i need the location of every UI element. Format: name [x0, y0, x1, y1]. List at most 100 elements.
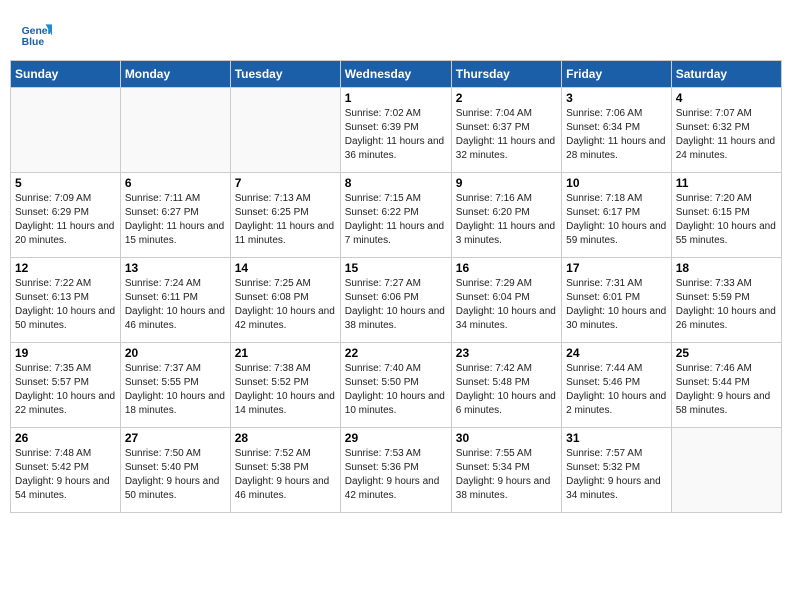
day-info: Sunrise: 7:35 AM Sunset: 5:57 PM Dayligh…	[15, 362, 116, 418]
calendar-day-cell: 19 Sunrise: 7:35 AM Sunset: 5:57 PM Dayli…	[11, 343, 121, 428]
weekday-header: Thursday	[451, 61, 561, 88]
weekday-header: Wednesday	[340, 61, 451, 88]
day-info: Sunrise: 7:04 AM Sunset: 6:37 PM Dayligh…	[456, 107, 557, 163]
day-number: 23	[456, 346, 557, 360]
day-info: Sunrise: 7:06 AM Sunset: 6:34 PM Dayligh…	[566, 107, 667, 163]
day-info: Sunrise: 7:53 AM Sunset: 5:36 PM Dayligh…	[345, 447, 447, 503]
calendar-day-cell: 15 Sunrise: 7:27 AM Sunset: 6:06 PM Dayli…	[340, 258, 451, 343]
day-info: Sunrise: 7:44 AM Sunset: 5:46 PM Dayligh…	[566, 362, 667, 418]
day-number: 28	[235, 431, 336, 445]
logo-icon: General Blue	[20, 18, 52, 50]
calendar-day-cell: 1 Sunrise: 7:02 AM Sunset: 6:39 PM Daylig…	[340, 88, 451, 173]
calendar-week-row: 26 Sunrise: 7:48 AM Sunset: 5:42 PM Dayli…	[11, 428, 782, 513]
day-info: Sunrise: 7:31 AM Sunset: 6:01 PM Dayligh…	[566, 277, 667, 333]
day-info: Sunrise: 7:13 AM Sunset: 6:25 PM Dayligh…	[235, 192, 336, 248]
day-info: Sunrise: 7:16 AM Sunset: 6:20 PM Dayligh…	[456, 192, 557, 248]
weekday-header: Friday	[562, 61, 672, 88]
day-info: Sunrise: 7:52 AM Sunset: 5:38 PM Dayligh…	[235, 447, 336, 503]
calendar-week-row: 19 Sunrise: 7:35 AM Sunset: 5:57 PM Dayli…	[11, 343, 782, 428]
day-number: 18	[676, 261, 777, 275]
calendar-day-cell: 22 Sunrise: 7:40 AM Sunset: 5:50 PM Dayli…	[340, 343, 451, 428]
calendar-day-cell: 20Sunrise: 7:37 AM Sunset: 5:55 PM Dayli…	[120, 343, 230, 428]
calendar-day-cell: 7Sunrise: 7:13 AM Sunset: 6:25 PM Daylig…	[230, 173, 340, 258]
day-number: 6	[125, 176, 226, 190]
day-info: Sunrise: 7:29 AM Sunset: 6:04 PM Dayligh…	[456, 277, 557, 333]
day-info: Sunrise: 7:42 AM Sunset: 5:48 PM Dayligh…	[456, 362, 557, 418]
day-number: 5	[15, 176, 116, 190]
calendar-day-cell	[671, 428, 781, 513]
day-number: 10	[566, 176, 667, 190]
calendar-day-cell: 16 Sunrise: 7:29 AM Sunset: 6:04 PM Dayli…	[451, 258, 561, 343]
day-number: 21	[235, 346, 336, 360]
calendar-day-cell: 29 Sunrise: 7:53 AM Sunset: 5:36 PM Dayli…	[340, 428, 451, 513]
calendar-day-cell: 28 Sunrise: 7:52 AM Sunset: 5:38 PM Dayli…	[230, 428, 340, 513]
calendar-day-cell: 14 Sunrise: 7:25 AM Sunset: 6:08 PM Dayli…	[230, 258, 340, 343]
day-number: 8	[345, 176, 447, 190]
day-number: 11	[676, 176, 777, 190]
day-info: Sunrise: 7:33 AM Sunset: 5:59 PM Dayligh…	[676, 277, 777, 333]
day-info: Sunrise: 7:27 AM Sunset: 6:06 PM Dayligh…	[345, 277, 447, 333]
day-number: 3	[566, 91, 667, 105]
day-info: Sunrise: 7:38 AM Sunset: 5:52 PM Dayligh…	[235, 362, 336, 418]
calendar-day-cell	[120, 88, 230, 173]
calendar-week-row: 5 Sunrise: 7:09 AM Sunset: 6:29 PM Daylig…	[11, 173, 782, 258]
calendar-day-cell: 23 Sunrise: 7:42 AM Sunset: 5:48 PM Dayli…	[451, 343, 561, 428]
day-number: 17	[566, 261, 667, 275]
calendar-day-cell: 9 Sunrise: 7:16 AM Sunset: 6:20 PM Daylig…	[451, 173, 561, 258]
day-number: 30	[456, 431, 557, 445]
day-info: Sunrise: 7:20 AM Sunset: 6:15 PM Dayligh…	[676, 192, 777, 248]
calendar-day-cell: 17 Sunrise: 7:31 AM Sunset: 6:01 PM Dayli…	[562, 258, 672, 343]
day-number: 22	[345, 346, 447, 360]
day-info: Sunrise: 7:11 AM Sunset: 6:27 PM Dayligh…	[125, 192, 226, 248]
day-number: 4	[676, 91, 777, 105]
day-info: Sunrise: 7:37 AM Sunset: 5:55 PM Dayligh…	[125, 362, 226, 418]
calendar-day-cell: 25 Sunrise: 7:46 AM Sunset: 5:44 PM Dayli…	[671, 343, 781, 428]
day-number: 25	[676, 346, 777, 360]
day-number: 14	[235, 261, 336, 275]
calendar-day-cell: 3 Sunrise: 7:06 AM Sunset: 6:34 PM Daylig…	[562, 88, 672, 173]
weekday-header: Tuesday	[230, 61, 340, 88]
calendar-day-cell: 5 Sunrise: 7:09 AM Sunset: 6:29 PM Daylig…	[11, 173, 121, 258]
day-info: Sunrise: 7:02 AM Sunset: 6:39 PM Dayligh…	[345, 107, 447, 163]
weekday-header-row: SundayMondayTuesdayWednesdayThursdayFrid…	[11, 61, 782, 88]
calendar-day-cell: 10 Sunrise: 7:18 AM Sunset: 6:17 PM Dayli…	[562, 173, 672, 258]
day-number: 1	[345, 91, 447, 105]
calendar-day-cell: 30 Sunrise: 7:55 AM Sunset: 5:34 PM Dayli…	[451, 428, 561, 513]
day-number: 16	[456, 261, 557, 275]
day-info: Sunrise: 7:18 AM Sunset: 6:17 PM Dayligh…	[566, 192, 667, 248]
day-number: 31	[566, 431, 667, 445]
calendar-day-cell: 24 Sunrise: 7:44 AM Sunset: 5:46 PM Dayli…	[562, 343, 672, 428]
day-info: Sunrise: 7:55 AM Sunset: 5:34 PM Dayligh…	[456, 447, 557, 503]
day-number: 24	[566, 346, 667, 360]
day-info: Sunrise: 7:15 AM Sunset: 6:22 PM Dayligh…	[345, 192, 447, 248]
svg-text:General: General	[22, 26, 52, 37]
weekday-header: Saturday	[671, 61, 781, 88]
calendar-week-row: 1 Sunrise: 7:02 AM Sunset: 6:39 PM Daylig…	[11, 88, 782, 173]
day-info: Sunrise: 7:09 AM Sunset: 6:29 PM Dayligh…	[15, 192, 116, 248]
calendar-week-row: 12Sunrise: 7:22 AM Sunset: 6:13 PM Dayli…	[11, 258, 782, 343]
day-number: 9	[456, 176, 557, 190]
calendar-day-cell: 2 Sunrise: 7:04 AM Sunset: 6:37 PM Daylig…	[451, 88, 561, 173]
logo: General Blue	[20, 18, 52, 50]
day-info: Sunrise: 7:46 AM Sunset: 5:44 PM Dayligh…	[676, 362, 777, 418]
calendar-day-cell: 18 Sunrise: 7:33 AM Sunset: 5:59 PM Dayli…	[671, 258, 781, 343]
day-info: Sunrise: 7:57 AM Sunset: 5:32 PM Dayligh…	[566, 447, 667, 503]
weekday-header: Sunday	[11, 61, 121, 88]
day-info: Sunrise: 7:07 AM Sunset: 6:32 PM Dayligh…	[676, 107, 777, 163]
day-number: 26	[15, 431, 116, 445]
day-number: 2	[456, 91, 557, 105]
calendar-day-cell: 11 Sunrise: 7:20 AM Sunset: 6:15 PM Dayli…	[671, 173, 781, 258]
day-info: Sunrise: 7:25 AM Sunset: 6:08 PM Dayligh…	[235, 277, 336, 333]
svg-text:Blue: Blue	[22, 37, 45, 48]
calendar-table: SundayMondayTuesdayWednesdayThursdayFrid…	[10, 60, 782, 513]
day-number: 29	[345, 431, 447, 445]
calendar-day-cell: 13Sunrise: 7:24 AM Sunset: 6:11 PM Dayli…	[120, 258, 230, 343]
day-number: 19	[15, 346, 116, 360]
weekday-header: Monday	[120, 61, 230, 88]
day-info: Sunrise: 7:22 AM Sunset: 6:13 PM Dayligh…	[15, 277, 116, 333]
day-info: Sunrise: 7:40 AM Sunset: 5:50 PM Dayligh…	[345, 362, 447, 418]
day-number: 15	[345, 261, 447, 275]
day-info: Sunrise: 7:50 AM Sunset: 5:40 PM Dayligh…	[125, 447, 226, 503]
calendar-day-cell: 27Sunrise: 7:50 AM Sunset: 5:40 PM Dayli…	[120, 428, 230, 513]
day-info: Sunrise: 7:48 AM Sunset: 5:42 PM Dayligh…	[15, 447, 116, 503]
